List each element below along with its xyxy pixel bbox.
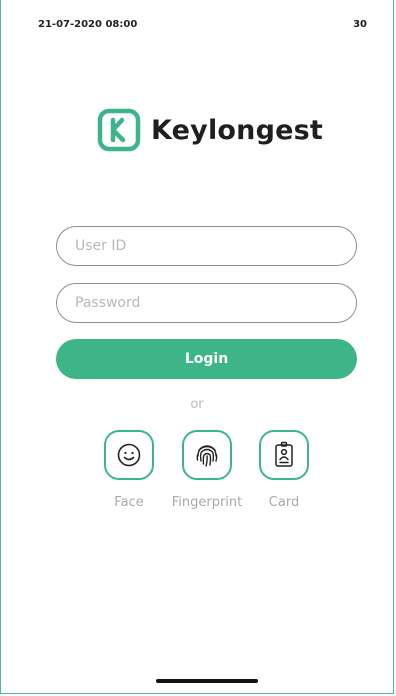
face-label: Face <box>114 495 144 510</box>
card-label: Card <box>268 495 300 510</box>
status-bar: 21-07-2020 08:00 30 <box>38 16 367 32</box>
face-smile-icon <box>117 443 141 467</box>
login-methods: Face Fingerprint Card <box>103 430 319 520</box>
status-value: 30 <box>353 18 367 30</box>
login-button[interactable]: Login <box>56 339 357 379</box>
brand-name: Keylongest <box>151 114 324 146</box>
login-screen: 21-07-2020 08:00 30 Keylongest Login or … <box>0 0 394 694</box>
card-login-option[interactable]: Card <box>245 430 323 510</box>
card-icon-box[interactable] <box>259 430 309 480</box>
user-id-input[interactable] <box>56 226 357 266</box>
id-card-icon <box>275 441 293 467</box>
face-login-option[interactable]: Face <box>90 430 168 510</box>
fingerprint-icon <box>196 445 218 467</box>
face-icon-box[interactable] <box>104 430 154 480</box>
password-input[interactable] <box>56 283 357 323</box>
status-datetime: 21-07-2020 08:00 <box>38 18 138 30</box>
keylongest-k-logo-icon <box>97 108 141 152</box>
or-separator: or <box>190 397 204 412</box>
fingerprint-label: Fingerprint <box>171 495 243 510</box>
fingerprint-icon-box[interactable] <box>182 430 232 480</box>
home-indicator[interactable] <box>156 679 258 683</box>
fingerprint-login-option[interactable]: Fingerprint <box>168 430 246 510</box>
brand-logo: Keylongest <box>97 108 323 152</box>
